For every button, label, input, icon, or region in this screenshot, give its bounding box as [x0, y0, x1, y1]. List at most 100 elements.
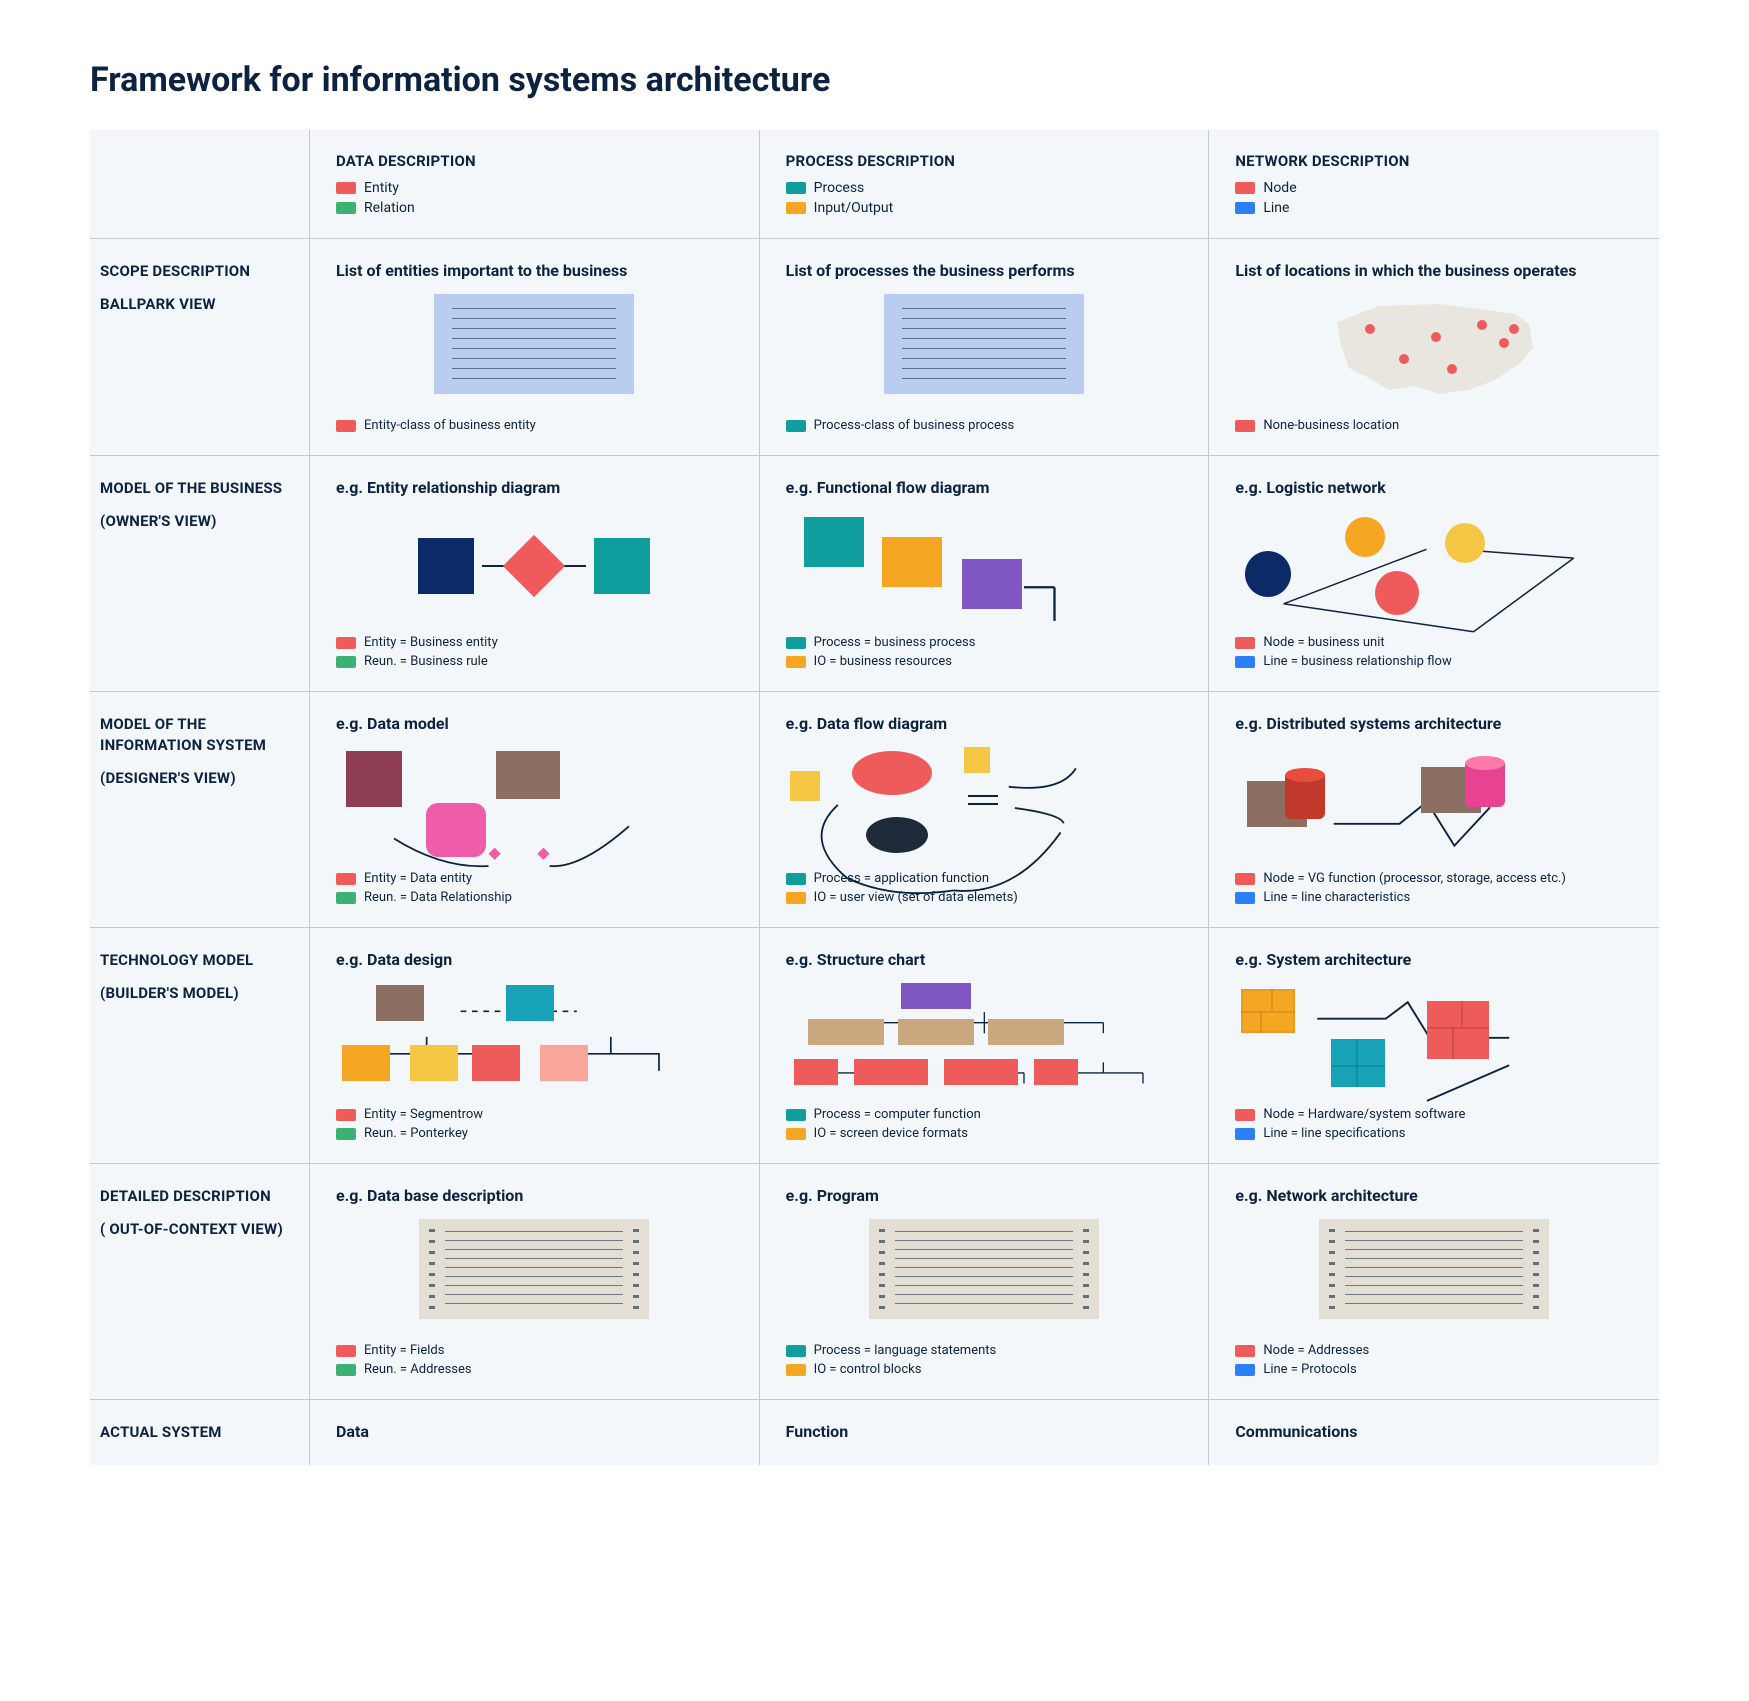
row-header-owner: MODEL OF THE BUSINESS (OWNER'S VIEW): [90, 456, 310, 692]
cell-title: e.g. Data design: [336, 950, 733, 969]
legend-label: Node = Addresses: [1263, 1343, 1369, 1358]
printout-icon: [419, 1219, 649, 1319]
cell-title: e.g. Distributed systems architecture: [1235, 714, 1633, 733]
document-icon: [434, 294, 634, 394]
swatch-icon: [336, 202, 356, 214]
legend-item: Relation: [336, 200, 733, 216]
row-label: DETAILED DESCRIPTION: [100, 1187, 271, 1205]
cell-scope-network: List of locations in which the business …: [1209, 239, 1659, 456]
network-diagram-icon: [1235, 511, 1633, 621]
legend-label: Reun. = Business rule: [364, 654, 488, 669]
cell-owner-network: e.g. Logistic network Node = business un…: [1209, 456, 1659, 692]
row-sublabel: (OWNER'S VIEW): [100, 511, 289, 532]
legend-item: Entity = Business entity: [336, 635, 733, 650]
cell-title: List of entities important to the busine…: [336, 261, 733, 280]
cell-title: e.g. Data model: [336, 714, 733, 733]
flow-diagram-icon: [786, 511, 1183, 621]
legend-label: None-business location: [1263, 418, 1399, 433]
cell-detailed-network: e.g. Network architecture Node = Address…: [1209, 1164, 1659, 1400]
cell-detailed-data: e.g. Data base description Entity = Fiel…: [310, 1164, 760, 1400]
swatch-icon: [1235, 1364, 1255, 1376]
col-header-data: DATA DESCRIPTION Entity Relation: [310, 130, 760, 239]
erd-diagram-icon: [336, 511, 733, 621]
row-label: MODEL OF THE INFORMATION SYSTEM: [100, 715, 266, 754]
cell-designer-process: e.g. Data flow diagram Process = applica…: [760, 692, 1210, 928]
data-model-icon: [336, 747, 733, 857]
row-label: TECHNOLOGY MODEL: [100, 951, 253, 969]
row-header-designer: MODEL OF THE INFORMATION SYSTEM (DESIGNE…: [90, 692, 310, 928]
legend-item: Reun. = Addresses: [336, 1362, 733, 1377]
cell-actual-data: Data: [310, 1400, 760, 1465]
cell-title: e.g. Data base description: [336, 1186, 733, 1205]
col-title: PROCESS DESCRIPTION: [786, 152, 1183, 170]
row-sublabel: ( OUT-OF-CONTEXT VIEW): [100, 1219, 289, 1240]
legend-item: Process: [786, 180, 1183, 196]
swatch-icon: [336, 656, 356, 668]
system-arch-icon: [1235, 983, 1633, 1093]
legend-item: Entity = Fields: [336, 1343, 733, 1358]
legend-item: IO = control blocks: [786, 1362, 1183, 1377]
cell-title: e.g. Entity relationship diagram: [336, 478, 733, 497]
usa-map-icon: [1319, 294, 1549, 404]
col-title: DATA DESCRIPTION: [336, 152, 733, 170]
structure-chart-icon: [786, 983, 1183, 1093]
legend-label: Process = language statements: [814, 1343, 997, 1358]
corner-cell: [90, 130, 310, 239]
cell-scope-process: List of processes the business performs …: [760, 239, 1210, 456]
legend-label: Entity = Fields: [364, 1343, 444, 1358]
cell-title: Data: [336, 1422, 733, 1441]
legend-item: Entity-class of business entity: [336, 418, 733, 433]
legend-label: Line: [1263, 200, 1289, 216]
legend-label: Entity: [364, 180, 399, 196]
swatch-icon: [1235, 1345, 1255, 1357]
legend-label: IO = control blocks: [814, 1362, 922, 1377]
cell-builder-process: e.g. Structure chart Process = computer …: [760, 928, 1210, 1164]
legend-item: Process-class of business process: [786, 418, 1183, 433]
swatch-icon: [1235, 420, 1255, 432]
legend-item: Node = Addresses: [1235, 1343, 1633, 1358]
legend-label: Relation: [364, 200, 415, 216]
cell-title: e.g. Structure chart: [786, 950, 1183, 969]
cell-title: e.g. Data flow diagram: [786, 714, 1183, 733]
swatch-icon: [1235, 202, 1255, 214]
cell-owner-process: e.g. Functional flow diagram Process = b…: [760, 456, 1210, 692]
swatch-icon: [786, 1345, 806, 1357]
cell-title: List of locations in which the business …: [1235, 261, 1633, 280]
printout-icon: [869, 1219, 1099, 1319]
swatch-icon: [336, 182, 356, 194]
cell-designer-network: e.g. Distributed systems architecture No…: [1209, 692, 1659, 928]
legend-item: Input/Output: [786, 200, 1183, 216]
document-icon: [884, 294, 1084, 394]
cell-owner-data: e.g. Entity relationship diagram Entity …: [310, 456, 760, 692]
cell-title: List of processes the business performs: [786, 261, 1183, 280]
cell-actual-network: Communications: [1209, 1400, 1659, 1465]
legend-label: Process: [814, 180, 865, 196]
legend-label: Entity = Business entity: [364, 635, 498, 650]
swatch-icon: [1235, 182, 1255, 194]
swatch-icon: [786, 420, 806, 432]
cell-title: e.g. Functional flow diagram: [786, 478, 1183, 497]
row-sublabel: (BUILDER'S MODEL): [100, 983, 289, 1004]
swatch-icon: [786, 1364, 806, 1376]
cell-title: e.g. System architecture: [1235, 950, 1633, 969]
swatch-icon: [336, 1345, 356, 1357]
row-label: MODEL OF THE BUSINESS: [100, 479, 282, 497]
legend-label: Input/Output: [814, 200, 894, 216]
legend-item: Line: [1235, 200, 1633, 216]
row-header-actual: ACTUAL SYSTEM: [90, 1400, 310, 1465]
row-header-scope: SCOPE DESCRIPTION BALLPARK VIEW: [90, 239, 310, 456]
printout-icon: [1319, 1219, 1549, 1319]
cell-title: Function: [786, 1422, 1183, 1441]
cell-title: Communications: [1235, 1422, 1633, 1441]
cell-title: e.g. Logistic network: [1235, 478, 1633, 497]
legend-label: Process-class of business process: [814, 418, 1015, 433]
cell-builder-data: e.g. Data design Entity = Segmentrow Reu…: [310, 928, 760, 1164]
data-design-icon: [336, 983, 733, 1093]
framework-table: DATA DESCRIPTION Entity Relation PROCESS…: [90, 130, 1659, 1465]
row-sublabel: (DESIGNER'S VIEW): [100, 768, 289, 789]
cell-scope-data: List of entities important to the busine…: [310, 239, 760, 456]
distributed-arch-icon: [1235, 747, 1633, 857]
legend-item: Reun. = Business rule: [336, 654, 733, 669]
legend-label: Line = Protocols: [1263, 1362, 1356, 1377]
swatch-icon: [336, 420, 356, 432]
